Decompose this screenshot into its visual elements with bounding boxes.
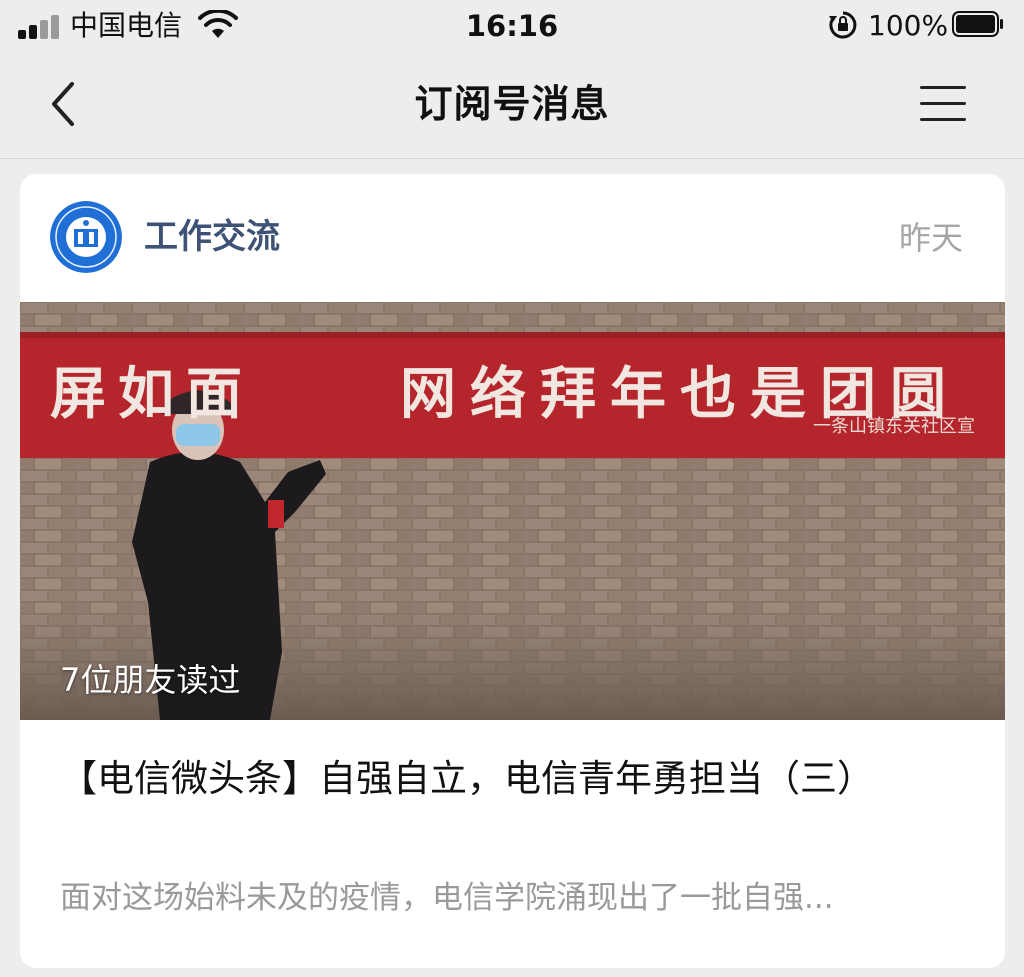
article-summary: 面对这场始料未及的疫情，电信学院涌现出了一批自强...	[60, 880, 834, 916]
banner-subtext: 一条山镇东关社区宣	[813, 416, 975, 437]
account-name[interactable]: 工作交流	[144, 214, 280, 260]
card-header[interactable]: 工作交流 昨天	[20, 174, 1005, 302]
battery-percentage: 100%	[868, 9, 949, 42]
navigation-bar: 订阅号消息	[0, 52, 1024, 159]
status-bar: 中国电信 16:16 100%	[0, 0, 1024, 52]
article-card[interactable]: 工作交流 昨天 屏如面 网络拜年也是团圆 一条山镇东关社区宣 7位朋友读过 【电…	[20, 174, 1005, 968]
cover-image[interactable]: 屏如面 网络拜年也是团圆 一条山镇东关社区宣 7位朋友读过	[20, 302, 1005, 720]
post-time: 昨天	[898, 219, 963, 257]
page-title: 订阅号消息	[414, 82, 610, 126]
friends-read-count: 7位朋友读过	[60, 661, 241, 699]
battery-icon	[952, 11, 1003, 37]
banner-text-left: 屏如面	[50, 362, 254, 427]
account-avatar[interactable]	[50, 201, 122, 273]
rotation-lock-icon	[829, 11, 857, 39]
article-title[interactable]: 【电信微头条】自强自立，电信青年勇担当（三）	[60, 752, 960, 806]
menu-button[interactable]	[918, 80, 972, 128]
